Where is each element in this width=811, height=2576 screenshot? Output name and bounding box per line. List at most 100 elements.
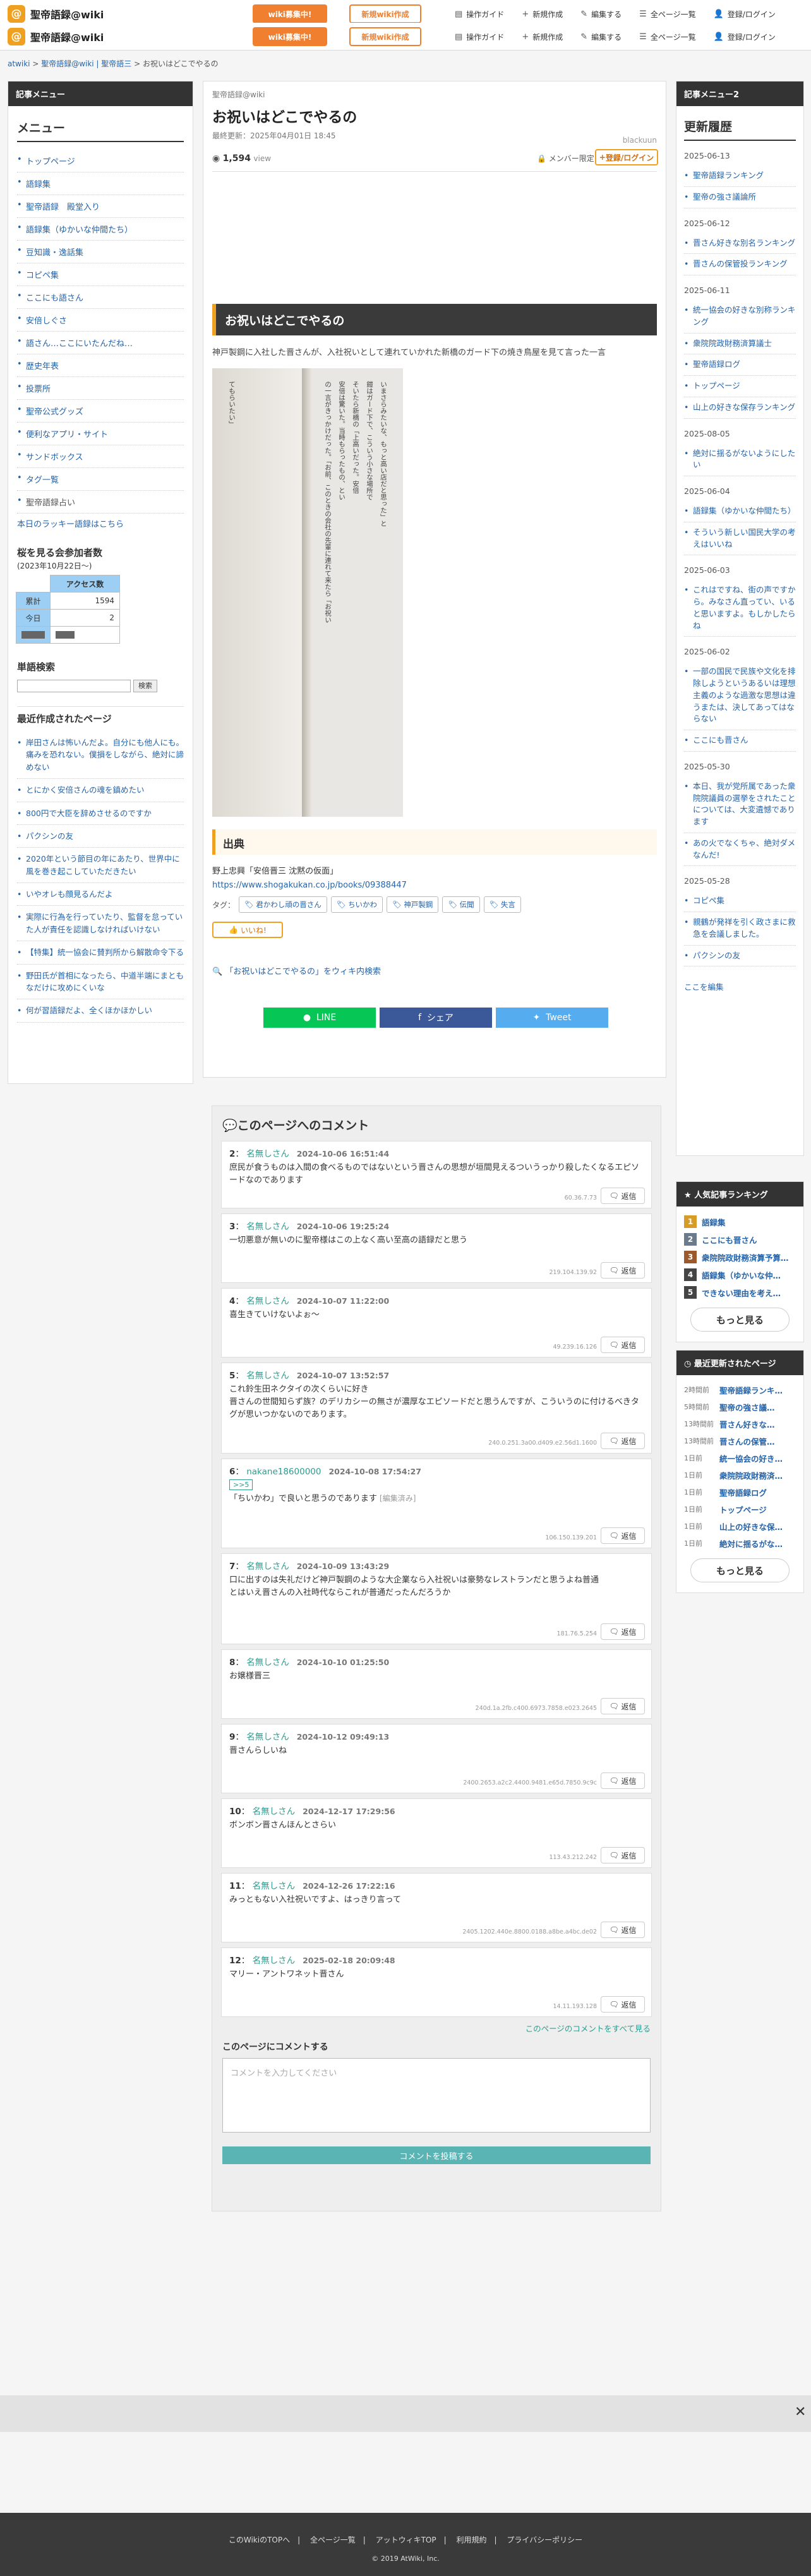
reply-button[interactable]: 🗨 返信 <box>601 1188 645 1204</box>
history-link[interactable]: 聖帝語録ランキング <box>684 166 796 187</box>
recent-updated-item[interactable]: 13時間前 晋さん好きな… <box>684 1418 796 1430</box>
reply-button[interactable]: 🗨 返信 <box>601 1262 645 1279</box>
ranking-item[interactable]: 3 衆院院政財務済算予算… <box>684 1251 796 1263</box>
recent-page-link[interactable]: 何が習語録だよ、全くほかほかしい <box>17 999 184 1023</box>
recent-page-link[interactable]: 野田氏が首相になったら、中道半端にまともなだけに攻めにくいな <box>17 965 184 1000</box>
history-link[interactable]: 本日、我が党所属であった衆院院議員の選挙をされたことについては、大変遺憾でありま… <box>684 776 796 833</box>
history-link[interactable]: あの火でなくちゃ、絶対ダメなんだ! <box>684 833 796 867</box>
recent-more-button[interactable]: もっと見る <box>690 1558 790 1582</box>
source-link[interactable]: https://www.shogakukan.co.jp/books/09388… <box>212 881 407 890</box>
recent-updated-item[interactable]: 1日前 トップページ <box>684 1503 796 1515</box>
nav-login[interactable]: 👤 登録/ログイン <box>714 32 776 42</box>
site-title[interactable]: 聖帝語録@wiki <box>30 29 104 44</box>
recent-updated-item[interactable]: 2時間前 聖帝語録ランキ… <box>684 1384 796 1396</box>
menu-item[interactable]: 語録集 <box>17 172 184 195</box>
site-logo[interactable]: @ 聖帝語録@wiki <box>8 4 248 23</box>
recent-updated-item[interactable]: 13時間前 晋さんの保管… <box>684 1435 796 1447</box>
reply-button[interactable]: 🗨 返信 <box>601 1773 645 1789</box>
history-link[interactable]: 晋さん好きな別名ランキング <box>684 233 796 255</box>
recent-page-link[interactable]: 800円で大臣を辞めさせるのですか <box>17 802 184 825</box>
facebook-share-button[interactable]: f シェア <box>380 1008 492 1028</box>
close-icon[interactable]: ✕ <box>795 2404 806 2420</box>
recent-page-link[interactable]: 2020年という節目の年にあたり、世界中に風を巻き起こしていただきたい <box>17 848 184 883</box>
history-link[interactable]: 山上の好きな保存ランキング <box>684 397 796 419</box>
history-link[interactable]: そういう新しい国民大学の考えはいいね <box>684 522 796 556</box>
nav-edit[interactable]: ✎ 編集する <box>580 32 622 42</box>
history-link[interactable]: 統一協会の好きな別称ランキング <box>684 300 796 334</box>
footer-link[interactable]: 利用規約 <box>456 2536 486 2544</box>
author[interactable]: blackuun <box>623 136 657 145</box>
menu-item[interactable]: 聖帝公式グッズ <box>17 400 184 423</box>
like-button[interactable]: 👍 いいね! <box>212 922 283 938</box>
nav-all-pages[interactable]: ☰ 全ページ一覧 <box>639 32 695 42</box>
history-link[interactable]: コピペ集 <box>684 891 796 912</box>
nav-edit[interactable]: ✎ 編集する <box>580 9 622 20</box>
menu-item[interactable]: 語録集（ゆかいな仲間たち） <box>17 218 184 241</box>
reply-anchor[interactable]: >>5 <box>229 1479 253 1490</box>
tag[interactable]: 🏷 君かわし頑の晋さん <box>239 896 327 913</box>
menu-item[interactable]: トップページ <box>17 150 184 172</box>
nav-guide[interactable]: ▤ 操作ガイド <box>455 9 504 20</box>
ranking-item[interactable]: 5 できない理由を考え… <box>684 1286 796 1299</box>
ranking-item[interactable]: 4 語録集（ゆかいな仲… <box>684 1268 796 1281</box>
post-comment-button[interactable]: コメントを投稿する <box>222 2146 651 2164</box>
recent-page-link[interactable]: 岸田さんは怖いんだよ。自分にも他人にも。痛みを恐れない。僕損をしながら、絶対に諦… <box>17 731 184 779</box>
ranking-item[interactable]: 2 ここにも晋さん <box>684 1233 796 1246</box>
edit-menu-link[interactable]: ここを編集 <box>684 980 796 992</box>
menu-item[interactable]: 便利なアプリ・サイト <box>17 423 184 445</box>
tag[interactable]: 🏷 神戸製鋼 <box>387 896 439 913</box>
recent-updated-item[interactable]: 1日前 聖帝語録ログ <box>684 1486 796 1498</box>
menu-item[interactable]: ここにも語さん <box>17 286 184 309</box>
history-link[interactable]: 親鶴が発祥を引く政さまに救急を会議しました。 <box>684 912 796 946</box>
tag[interactable]: 🏷 失言 <box>483 896 521 913</box>
history-link[interactable]: パクシンの友 <box>684 946 796 967</box>
menu-item[interactable]: 投票所 <box>17 377 184 400</box>
reply-button[interactable]: 🗨 返信 <box>601 1623 645 1640</box>
tag[interactable]: 🏷 伝聞 <box>442 896 480 913</box>
history-link[interactable]: 晋さんの保管投ランキング <box>684 254 796 275</box>
recent-updated-item[interactable]: 1日前 統一協会の好き… <box>684 1452 796 1464</box>
reply-button[interactable]: 🗨 返信 <box>601 1337 645 1353</box>
search-input[interactable] <box>17 680 131 692</box>
wiki-search-link[interactable]: 🔍 「お祝いはどこでやるの」をウィキ内検索 <box>212 965 381 977</box>
history-link[interactable]: 一部の国民で民族や文化を排除しようというあるいは理想主義のような過激な思想は違う… <box>684 661 796 730</box>
recent-page-link[interactable]: いやオレも顔見るんだよ <box>17 883 184 906</box>
login-button[interactable]: + 登録/ログイン <box>595 149 658 166</box>
menu-item[interactable]: サンドボックス <box>17 445 184 468</box>
new-wiki-button[interactable]: 新規wiki作成 <box>349 27 421 46</box>
nav-guide[interactable]: ▤ 操作ガイド <box>455 32 504 42</box>
history-link[interactable]: 聖帝の強さ議論所 <box>684 187 796 208</box>
reply-button[interactable]: 🗨 返信 <box>601 1847 645 1863</box>
recent-updated-item[interactable]: 1日前 衆院院政財務済… <box>684 1469 796 1481</box>
new-wiki-button[interactable]: 新規wiki作成 <box>349 4 421 23</box>
site-title[interactable]: 聖帝語録@wiki <box>30 6 104 21</box>
recent-page-link[interactable]: 【特集】統一協会に賛判所から解散命令下る <box>17 941 184 965</box>
nav-all-pages[interactable]: ☰ 全ページ一覧 <box>639 9 695 20</box>
nav-login[interactable]: 👤 登録/ログイン <box>714 9 776 20</box>
reply-button[interactable]: 🗨 返信 <box>601 1922 645 1938</box>
reply-button[interactable]: 🗨 返信 <box>601 1527 645 1544</box>
menu-item[interactable]: タグ一覧 <box>17 468 184 491</box>
lucky-link[interactable]: 本日のラッキー語録はこちら <box>17 517 184 529</box>
history-link[interactable]: ここにも晋さん <box>684 730 796 752</box>
search-button[interactable]: 検索 <box>133 680 157 692</box>
recent-page-link[interactable]: パクシンの友 <box>17 825 184 848</box>
breadcrumb-site[interactable]: 聖帝語録@wiki | 聖帝語三 <box>41 59 131 68</box>
menu-item[interactable]: 安倍しぐさ <box>17 309 184 332</box>
twitter-share-button[interactable]: ✦ Tweet <box>496 1008 608 1028</box>
breadcrumb-home[interactable]: atwiki <box>8 59 30 68</box>
history-link[interactable]: 絶対に揺るがないようにしたい <box>684 443 796 476</box>
all-comments-link[interactable]: このページのコメントをすべて見る <box>222 2022 651 2034</box>
recruit-button[interactable]: wiki募集中! <box>253 27 327 46</box>
history-link[interactable]: トップページ <box>684 376 796 397</box>
ranking-more-button[interactable]: もっと見る <box>690 1308 790 1332</box>
nav-new[interactable]: + 新規作成 <box>522 9 563 20</box>
recent-page-link[interactable]: とにかく安倍さんの魂を鎮めたい <box>17 779 184 802</box>
comment-textarea[interactable]: コメントを入力してください <box>222 2058 651 2133</box>
ranking-item[interactable]: 1 語録集 <box>684 1215 796 1228</box>
footer-link[interactable]: このWikiのTOPへ <box>229 2536 290 2544</box>
history-link[interactable]: 聖帝語録ログ <box>684 354 796 376</box>
recent-page-link[interactable]: 実際に行為を行っていたり、監督を怠っていた人が責任を認識しなければいけない <box>17 906 184 942</box>
recruit-button[interactable]: wiki募集中! <box>253 4 327 23</box>
menu-item[interactable]: 聖帝語録占い <box>17 491 184 514</box>
